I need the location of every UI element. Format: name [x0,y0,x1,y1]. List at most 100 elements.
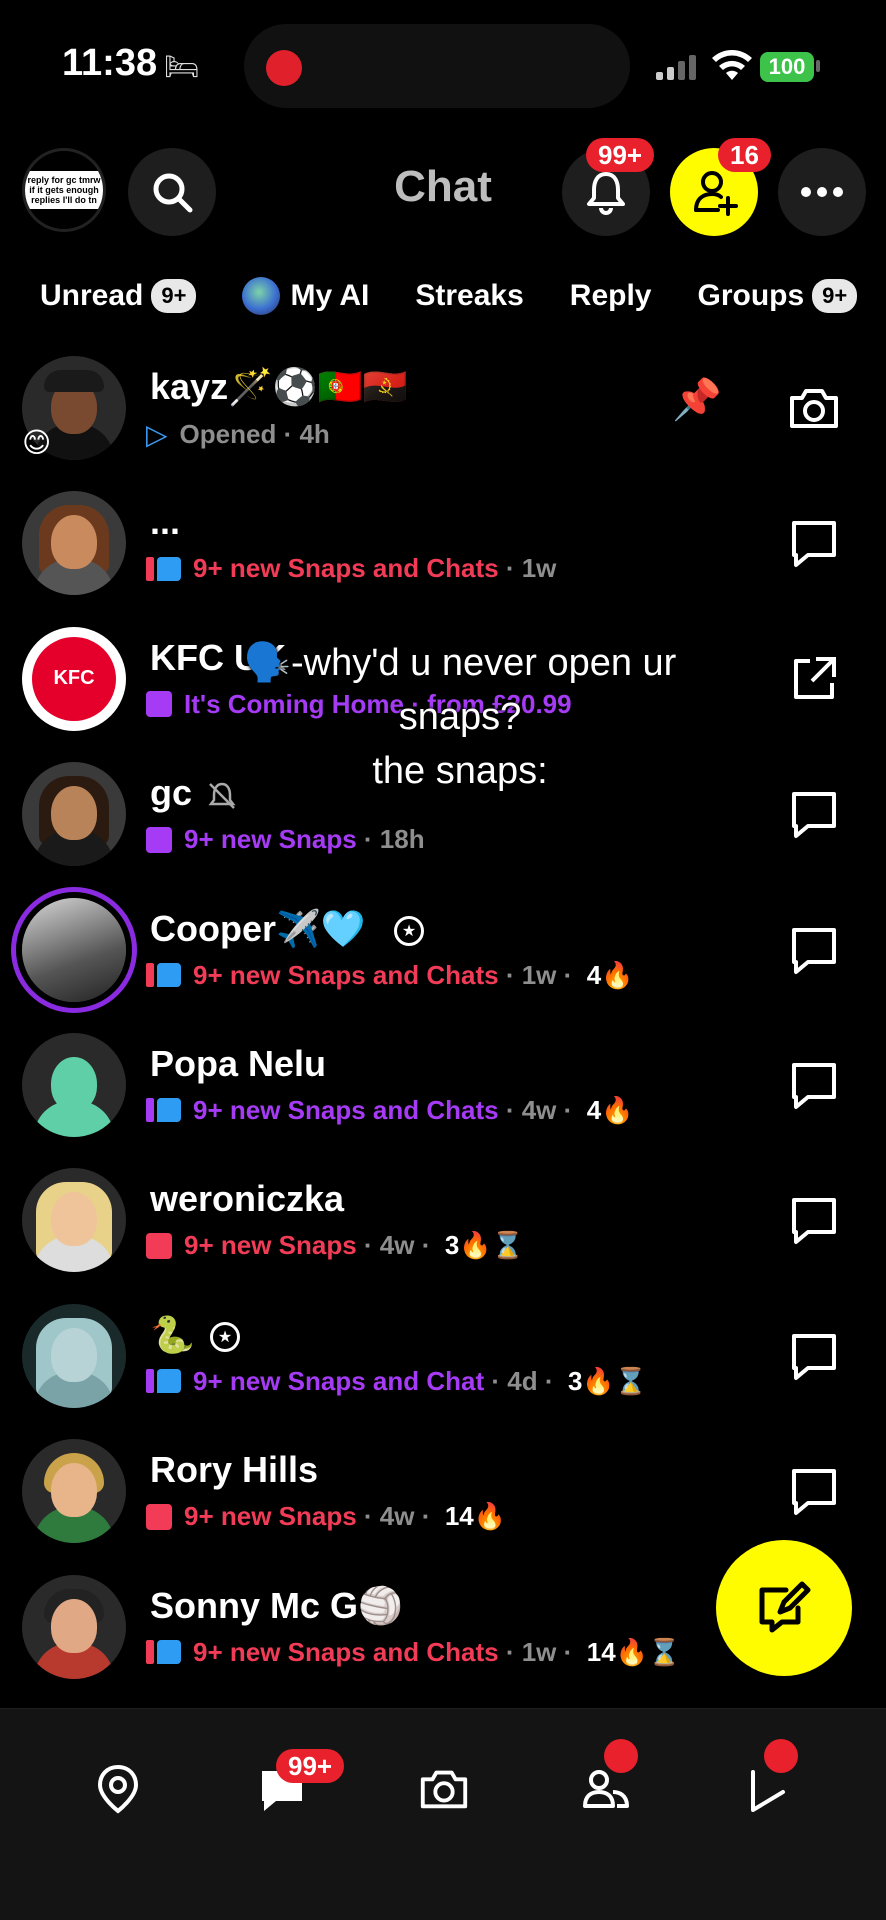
status-text: 9+ new Snaps and Chats [193,959,499,990]
notifications-badge: 99+ [586,138,655,172]
chat-bubble-icon[interactable] [786,786,842,842]
chat-row-dots[interactable]: ... 9+ new Snaps and Chats · 1w [0,475,886,610]
status-time: 1w [521,959,557,990]
tab-count: 9+ [812,279,858,313]
more-options-button[interactable] [778,148,866,236]
new-snaps-and-chats-icon [146,963,181,988]
tab-my-ai[interactable]: My AI [242,277,369,315]
profile-note: reply for gc tmrw if it gets enough repl… [25,171,103,209]
status-text: 9+ new Snaps and Chats [193,1636,499,1667]
tab-count: 9+ [151,279,197,313]
status-time: 4w [379,1230,415,1261]
sent-arrow-icon: ▷ [146,419,168,450]
chat-name: weroniczka [150,1178,345,1220]
search-icon [153,173,193,213]
add-friend-badge: 16 [718,138,771,172]
battery-tip [816,60,820,72]
streak-count: 4🔥 [586,959,634,990]
avatar-with-story [22,897,126,1002]
chat-bubble-icon[interactable] [786,1057,842,1113]
bell-icon [587,172,625,215]
streak-count: 4🔥 [586,1094,634,1125]
chat-status: 9+ new Snaps · 4w · 14🔥 [146,1501,506,1532]
my-ai-icon [242,277,281,315]
status-text: Opened [179,419,277,449]
chat-status: 9+ new Snaps and Chats · 4w · 4🔥 [146,1095,634,1126]
status-time: 1w [521,553,557,584]
new-snap-icon [146,691,172,718]
chat-name: Rory Hills [150,1449,319,1491]
status-bar: 11:38 🛏 100 [0,0,886,130]
chat-row-rory-hills[interactable]: Rory Hills 9+ new Snaps · 4w · 14🔥 [0,1423,886,1558]
nav-map[interactable] [88,1759,148,1819]
chat-bubble-icon[interactable] [786,1192,842,1248]
chat-name: 🐍 [150,1313,195,1355]
tab-reply[interactable]: Reply [570,279,652,313]
chat-name: Sonny Mc G🏐 [150,1584,403,1626]
chat-bubble-icon[interactable] [786,922,842,978]
camera-icon [420,1770,468,1809]
wifi-icon [712,50,752,80]
sleep-focus-icon: 🛏 [164,51,200,82]
chat-row-kayz[interactable]: 😊 kayz🪄⚽🇵🇹🇦🇴 ▷ Opened · 4h 📌 [0,340,886,475]
new-snaps-and-chats-icon [146,1098,181,1123]
new-snap-icon [146,1503,172,1530]
chat-bubble-icon[interactable] [786,515,842,571]
map-pin-icon [97,1764,139,1814]
chat-name: Cooper✈️🩵 [150,907,366,949]
clock: 11:38 [62,42,158,84]
bottom-navigation: 99+ [0,1708,886,1920]
camera-icon[interactable] [786,380,842,436]
avatar [22,1439,126,1544]
chat-row-cooper[interactable]: Cooper✈️🩵 ★ 9+ new Snaps and Chats · 1w … [0,882,886,1017]
profile-avatar[interactable]: reply for gc tmrw if it gets enough repl… [22,148,106,232]
pin-icon: 📌 [672,378,722,422]
status-text: 9+ new Snaps [184,1230,357,1261]
battery-indicator: 100 [760,52,814,82]
search-button[interactable] [128,148,216,236]
tab-label: My AI [290,279,370,312]
stories-notification-dot [604,1739,638,1773]
chat-row-weroniczka[interactable]: weroniczka 9+ new Snaps · 4w · 3🔥⌛ [0,1152,886,1287]
chat-row-snake[interactable]: 🐍 ★ 9+ new Snaps and Chat · 4d · 3🔥⌛ [0,1288,886,1423]
chat-bubble-icon[interactable] [786,1328,842,1384]
chat-status: 9+ new Snaps and Chats · 1w · 4🔥 [146,960,634,991]
chat-bubble-icon[interactable] [786,1463,842,1519]
chat-status: 9+ new Snaps and Chats · 1w [146,553,556,584]
tab-label: Reply [569,279,652,312]
tab-streaks[interactable]: Streaks [415,279,523,313]
chat-header: reply for gc tmrw if it gets enough repl… [0,138,886,240]
new-snap-icon [146,826,172,853]
chat-status: ▷ Opened · 4h [146,419,330,450]
status-time: 4w [379,1501,415,1532]
streak-count: 14🔥⌛ [586,1636,681,1667]
chat-list: 😊 kayz🪄⚽🇵🇹🇦🇴 ▷ Opened · 4h 📌 ... 9+ new … [0,340,886,1694]
avatar: KFC [22,626,126,731]
chat-name: ... [150,501,181,543]
recording-indicator-icon [266,50,302,86]
streak-count: 14🔥 [444,1501,507,1532]
external-link-icon[interactable] [786,651,842,707]
video-caption: 🗣️-why'd u never open ur snaps? the snap… [220,636,700,798]
avatar [22,1168,126,1273]
filter-tabs: Unread 9+ My AI Streaks Reply Groups 9+ [0,268,886,324]
chat-name: gc [150,772,193,814]
tab-unread[interactable]: Unread 9+ [40,279,197,313]
status-time: 18h [379,824,425,855]
chat-row-popa-nelu[interactable]: Popa Nelu 9+ new Snaps and Chats · 4w · … [0,1017,886,1152]
chat-status: 9+ new Snaps · 4w · 3🔥⌛ [146,1230,524,1261]
compose-chat-button[interactable] [716,1540,852,1676]
avatar [22,1303,126,1408]
nav-camera[interactable] [414,1759,474,1819]
chat-status: 9+ new Snaps and Chat · 4d · 3🔥⌛ [146,1366,647,1397]
new-snaps-and-chats-icon [146,556,181,581]
more-icon [801,187,843,197]
status-time: 1w [521,1636,557,1667]
tab-groups[interactable]: Groups 9+ [697,279,858,313]
status-text: 9+ new Snaps and Chat [193,1365,485,1396]
cellular-signal-icon [656,52,696,80]
streak-count: 3🔥⌛ [567,1365,648,1396]
smile-emoji-icon: 😊 [22,427,52,458]
chat-name: Popa Nelu [150,1042,327,1084]
status-time: 4w [521,1094,557,1125]
